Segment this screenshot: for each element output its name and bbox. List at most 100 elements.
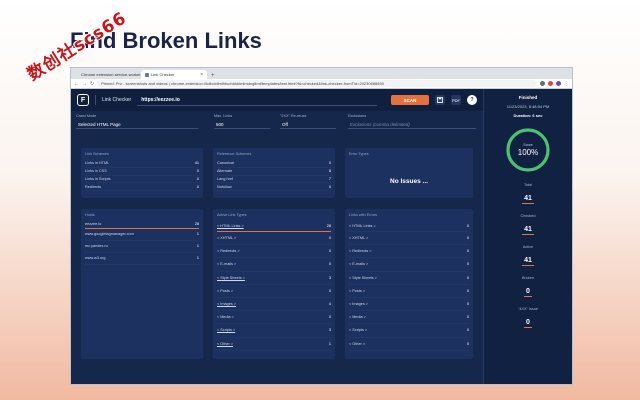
tab-label: Chrome extension service-worker (81, 72, 141, 77)
pdf-button[interactable]: PDF (451, 95, 461, 105)
scan-duration: Duration: 6 sec (513, 113, 543, 118)
back-icon[interactable]: ← (74, 81, 79, 87)
score-label: Score (523, 143, 532, 147)
stat-4xx-issue: "4XX" Issue 0 (517, 307, 538, 328)
table-row[interactable]: < Images >0 (349, 298, 469, 311)
browser-window: Chrome extension service-worker Link Che… (70, 67, 573, 385)
exclusions-label: Exclusions (348, 114, 367, 118)
menu-icon[interactable]: ⋮ (564, 81, 569, 87)
tab-favicon-icon (145, 72, 149, 77)
reuse-label: "2XX" Re-reuse (280, 114, 307, 118)
browser-tab[interactable]: Chrome extension service-worker (75, 70, 141, 79)
table-row[interactable]: < Images >4 (217, 298, 331, 311)
table-row[interactable]: < XHTML >0 (217, 232, 331, 245)
table-row: Links in Scripts 0 (85, 176, 199, 184)
table-row[interactable]: www.googletagmanager.com 1 (85, 229, 199, 241)
table-row[interactable]: eezzee.io 28 (85, 221, 199, 229)
stat-checked: Checked 41 (520, 214, 536, 235)
max-links-input[interactable]: 500 (214, 120, 270, 129)
no-issues-message: No Issues ... (390, 178, 428, 185)
summary-sidebar: Finished 11/23/2023, 8:48:54 PM Duration… (483, 89, 572, 384)
options-row: Crawl Mode Selected HTML Page Max. Links… (76, 114, 483, 132)
browser-toolbar: ← → ↻ Pinned: Pro - screenshots and vide… (71, 79, 572, 89)
table-row[interactable]: < Scripts >0 (349, 324, 469, 337)
panel-title: Links with Errors (349, 213, 378, 217)
table-row[interactable]: < Posts >0 (349, 285, 469, 298)
profile-icon[interactable] (556, 81, 561, 86)
stat-broken: Broken 0 (521, 276, 535, 297)
stat-active: Active 41 (522, 245, 534, 266)
table-row: Lang href 7 (217, 176, 331, 184)
browser-tabbar: Chrome extension service-worker Link Che… (71, 68, 572, 79)
stat-total: Total 41 (522, 183, 534, 204)
table-row[interactable]: < Style Sheets >3 (217, 272, 331, 285)
table-row[interactable]: www.w3.org 1 (85, 253, 199, 265)
topbar-divider (95, 95, 96, 105)
table-row[interactable]: < Posts >0 (217, 285, 331, 298)
app-logo-icon: F (77, 94, 89, 106)
score-value: 100% (518, 148, 538, 157)
table-row: Alternate 8 (217, 168, 331, 176)
table-row[interactable]: < HTML Links >28 (217, 221, 331, 232)
scan-button[interactable]: SCAN (391, 95, 429, 105)
table-row: Links in CSS 0 (85, 168, 199, 176)
table-row[interactable]: < Style Sheets >0 (349, 272, 469, 285)
browser-tab-active[interactable]: Link Checker × (141, 70, 207, 79)
scan-status: Finished (518, 95, 538, 100)
crawl-mode-label: Crawl Mode (76, 114, 97, 118)
table-row: Redirects 0 (85, 183, 199, 191)
reuse-select[interactable]: Off (280, 120, 336, 129)
table-row[interactable]: < Media >0 (217, 311, 331, 324)
table-row: Canonical 0 (217, 160, 331, 168)
link-checker-app: F Link Checker https://eezzee.io SCAN PD… (71, 89, 572, 384)
table-row[interactable]: < Redirects >0 (217, 245, 331, 258)
table-row[interactable]: < HTML Links >0 (349, 221, 469, 232)
headline-title: Find Broken Links (70, 28, 262, 53)
panel-title: Reference Schemes (217, 152, 252, 156)
url-input[interactable]: https://eezzee.io (137, 94, 378, 106)
table-row[interactable]: < Scripts >3 (217, 324, 331, 337)
crawl-mode-field[interactable]: Crawl Mode Selected HTML Page (76, 114, 198, 129)
table-row[interactable]: mc.yandex.ru 1 (85, 241, 199, 253)
address-bar[interactable]: Pinned: Pro - screenshots and videos | c… (97, 80, 537, 87)
table-row: Nofollow 0 (217, 183, 331, 191)
info-icon[interactable]: ? (467, 95, 477, 105)
max-links-field[interactable]: Max. Links 500 (214, 114, 270, 129)
table-row[interactable]: < Other >0 (349, 338, 469, 351)
app-topbar: F Link Checker https://eezzee.io SCAN PD… (71, 89, 483, 111)
table-row[interactable]: < Other >1 (217, 338, 331, 351)
extension-icon[interactable] (540, 81, 545, 86)
panel-title: Hosts (85, 213, 95, 217)
score-gauge: Score 100% (506, 128, 550, 172)
exclusions-input[interactable]: Exclusions (comma delimited) (348, 120, 476, 129)
forward-icon[interactable]: → (82, 81, 87, 87)
exclusions-field[interactable]: Exclusions Exclusions (comma delimited) (348, 114, 476, 129)
extension-icon[interactable] (548, 81, 553, 86)
link-schemes-panel: Link Schemes Links in HTML 41 Links in CS… (81, 148, 203, 198)
reuse-field[interactable]: "2XX" Re-reuse Off (280, 114, 336, 129)
active-link-types-panel: Active Link Types < HTML Links >28 < XHT… (213, 209, 335, 359)
panel-title: Active Link Types (217, 213, 247, 217)
table-row[interactable]: < Media >0 (349, 311, 469, 324)
table-row: Links in HTML 41 (85, 160, 199, 168)
table-row[interactable]: < XHTML >0 (349, 232, 469, 245)
table-row[interactable]: < Redirects >0 (349, 245, 469, 258)
links-with-errors-panel: Links with Errors < HTML Links >0 < XHTM… (345, 209, 473, 359)
app-title: Link Checker (102, 97, 132, 103)
max-links-label: Max. Links (214, 114, 233, 118)
crawl-mode-select[interactable]: Selected HTML Page (76, 120, 198, 129)
panel-title: Link Schemes (85, 152, 109, 156)
reference-schemes-panel: Reference Schemes Canonical 0 Alternate 8 … (213, 148, 335, 198)
save-icon[interactable] (435, 95, 445, 105)
panel-title: Error Types (349, 152, 369, 156)
new-tab-icon[interactable]: + (207, 73, 219, 79)
close-tab-icon[interactable]: × (200, 72, 203, 78)
table-row[interactable]: < E-mails >0 (217, 258, 331, 271)
table-row[interactable]: < E-mails >0 (349, 258, 469, 271)
scan-date: 11/23/2023, 8:48:54 PM (506, 104, 550, 109)
reload-icon[interactable]: ↻ (90, 81, 94, 87)
error-types-panel: Error Types No Issues ... (345, 148, 473, 198)
main-area: F Link Checker https://eezzee.io SCAN PD… (71, 89, 483, 384)
hosts-panel: Hosts eezzee.io 28 www.googletagmanager.c… (81, 209, 203, 359)
tab-label: Link Checker (151, 72, 175, 77)
